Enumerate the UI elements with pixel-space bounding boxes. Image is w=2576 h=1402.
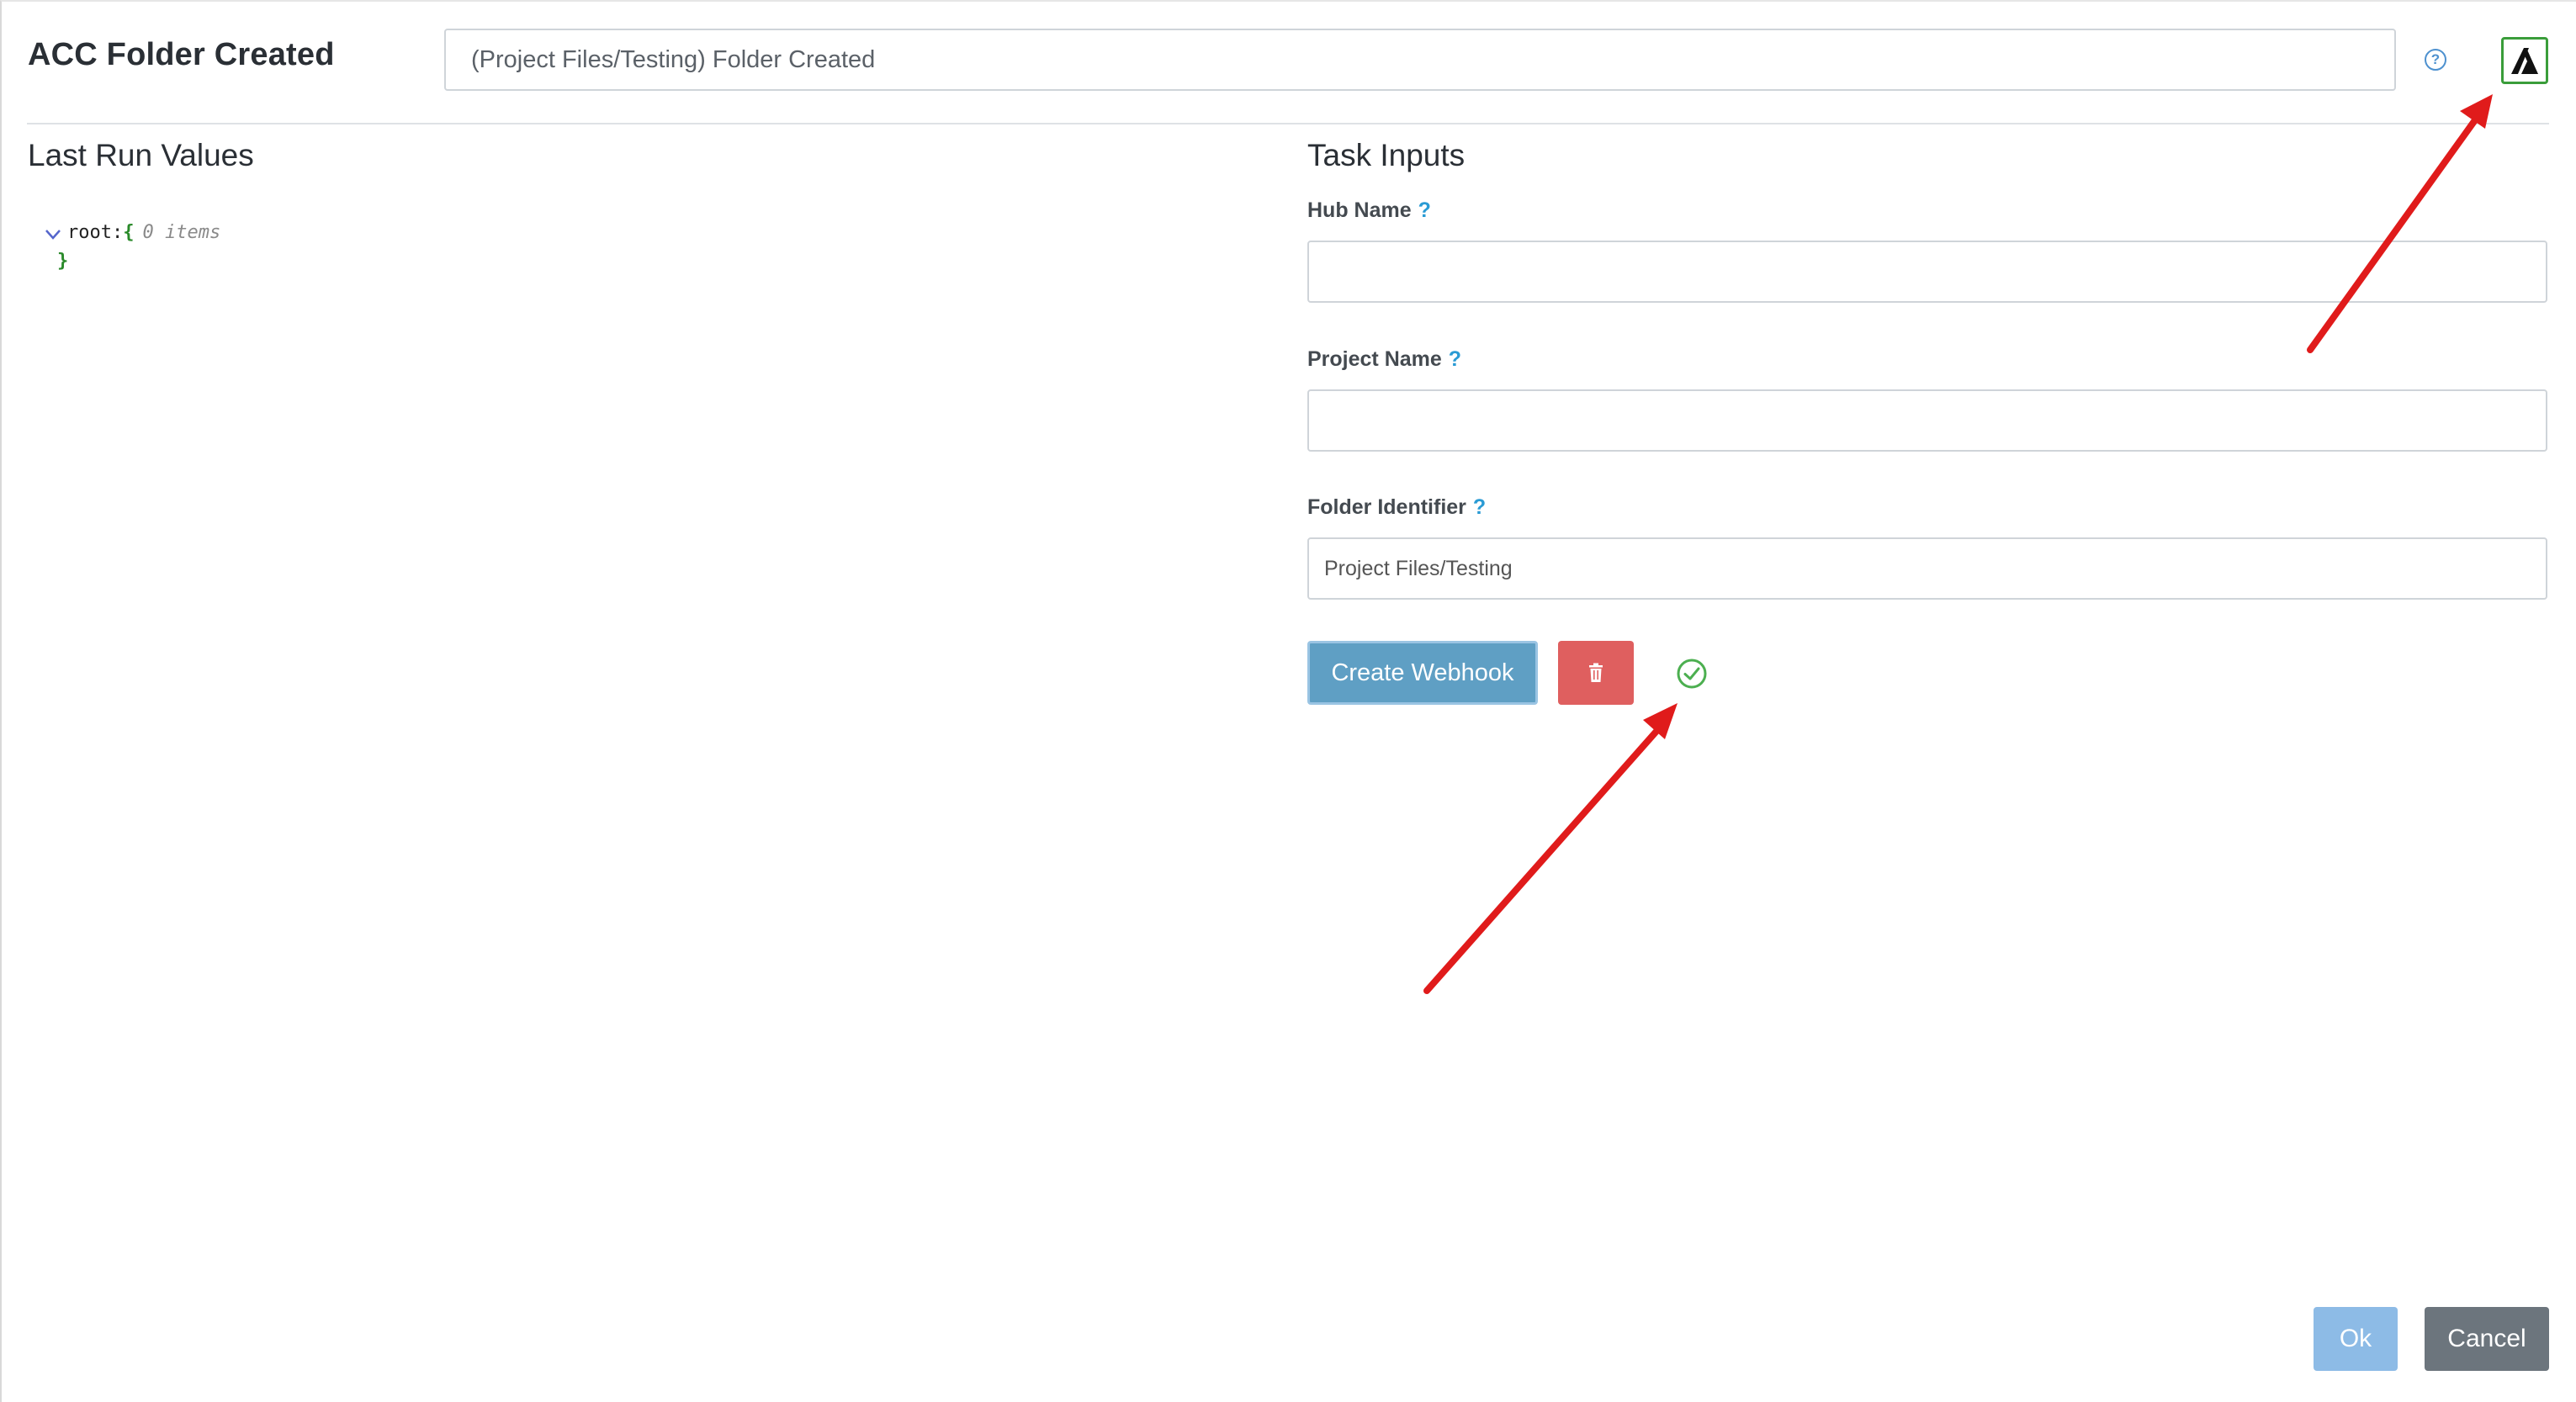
tree-close-row: } bbox=[44, 247, 220, 276]
ok-button[interactable]: Ok bbox=[2314, 1307, 2398, 1371]
json-tree-viewer: root:{ 0 items } bbox=[44, 219, 220, 276]
task-name-input[interactable] bbox=[444, 29, 2396, 91]
task-editor-dialog: ACC Folder Created ? Last Run Values roo… bbox=[0, 0, 2576, 1402]
annotation-arrows bbox=[1423, 94, 2493, 994]
last-run-values-heading: Last Run Values bbox=[28, 138, 254, 172]
autodesk-logo-glyph bbox=[2511, 48, 2538, 74]
tree-key-separator: : bbox=[111, 222, 124, 243]
hub-name-label: Hub Name? bbox=[1307, 198, 1431, 223]
header-divider bbox=[27, 123, 2549, 124]
hub-name-label-text: Hub Name bbox=[1307, 198, 1412, 222]
autodesk-logo-icon[interactable] bbox=[2501, 37, 2548, 84]
task-inputs-heading: Task Inputs bbox=[1307, 138, 1466, 172]
cancel-button[interactable]: Cancel bbox=[2425, 1307, 2549, 1371]
annotation-arrow-to-status bbox=[1423, 703, 1678, 994]
folder-identifier-label: Folder Identifier? bbox=[1307, 495, 1486, 520]
chevron-down-icon[interactable] bbox=[44, 224, 62, 242]
project-name-label-text: Project Name bbox=[1307, 347, 1442, 371]
folder-identifier-input[interactable] bbox=[1307, 537, 2547, 600]
tree-root-row: root:{ 0 items bbox=[44, 219, 220, 247]
folder-identifier-label-text: Folder Identifier bbox=[1307, 495, 1466, 519]
trash-icon bbox=[1589, 663, 1603, 682]
delete-webhook-button[interactable] bbox=[1558, 641, 1634, 705]
tree-root-key: root bbox=[67, 222, 112, 243]
tree-open-brace: { bbox=[123, 222, 135, 243]
folder-identifier-help-icon[interactable]: ? bbox=[1473, 495, 1486, 519]
create-webhook-button[interactable]: Create Webhook bbox=[1307, 641, 1538, 705]
check-circle-icon bbox=[1677, 659, 1707, 689]
hub-name-input[interactable] bbox=[1307, 241, 2547, 303]
tree-item-count: 0 items bbox=[142, 222, 221, 243]
project-name-input[interactable] bbox=[1307, 389, 2547, 452]
hub-name-help-icon[interactable]: ? bbox=[1418, 198, 1431, 222]
help-circle-icon[interactable]: ? bbox=[2425, 49, 2446, 71]
project-name-label: Project Name? bbox=[1307, 347, 1461, 372]
annotation-arrow-to-logo bbox=[2307, 94, 2493, 353]
project-name-help-icon[interactable]: ? bbox=[1449, 347, 1461, 371]
tree-close-brace: } bbox=[57, 251, 69, 272]
dialog-title: ACC Folder Created bbox=[28, 37, 335, 72]
window-frame bbox=[0, 0, 2576, 1402]
